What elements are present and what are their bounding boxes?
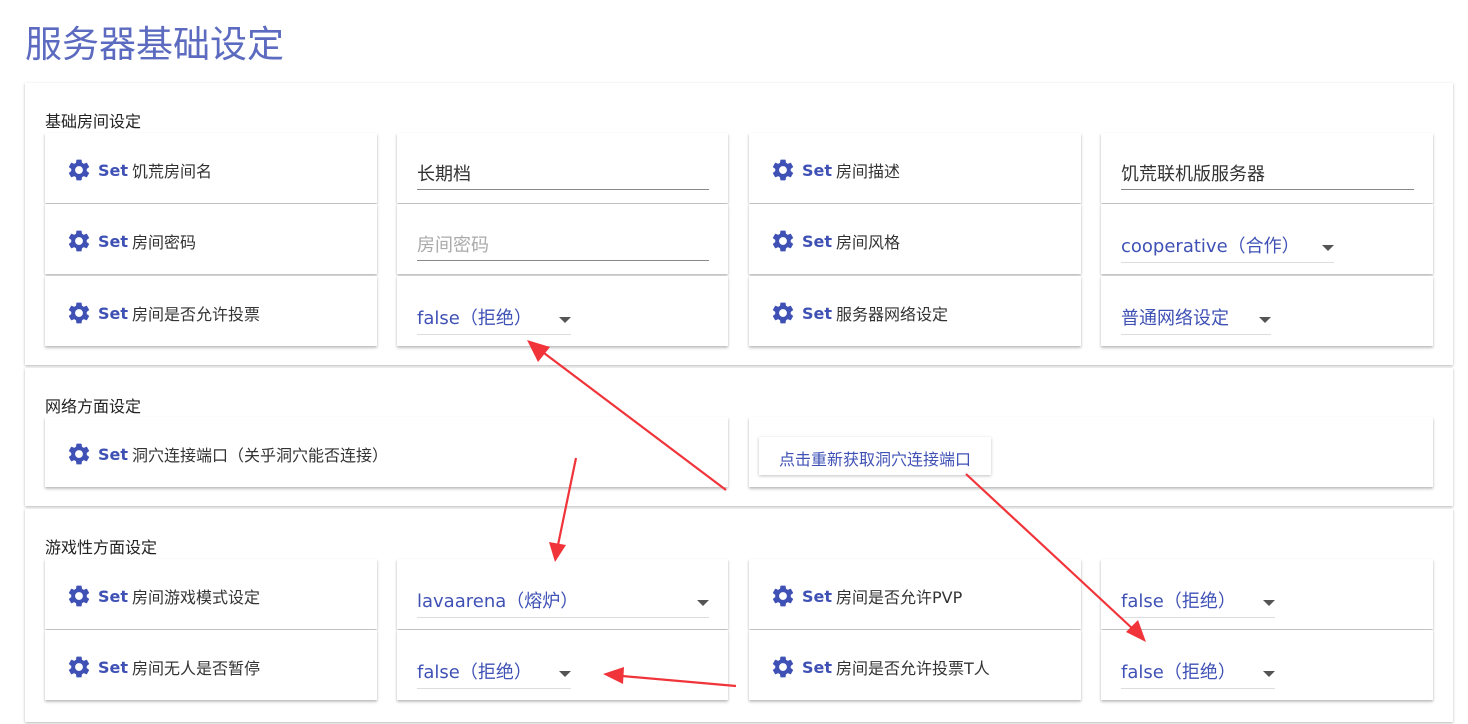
allow-vote-select[interactable]: false（拒绝） — [417, 304, 571, 335]
vote-kick-card: Set 房间是否允许投票T人 — [749, 630, 1081, 700]
set-label: 房间描述 — [836, 162, 901, 181]
section-label-network: 网络方面设定 — [45, 397, 142, 416]
set-network-setting-button[interactable]: Set 服务器网络设定 — [770, 300, 948, 326]
gear-icon — [770, 157, 796, 183]
network-setting-select[interactable]: 普通网络设定 — [1121, 304, 1271, 335]
set-label: 房间是否允许PVP — [836, 588, 963, 607]
set-word: Set — [98, 444, 129, 464]
set-word: Set — [802, 231, 833, 251]
caret-down-icon — [1322, 245, 1334, 251]
set-word: Set — [98, 657, 129, 677]
set-label: 房间密码 — [132, 233, 197, 252]
room-desc-card: Set 房间描述 — [749, 133, 1081, 203]
set-allow-vote-button[interactable]: Set 房间是否允许投票 — [66, 300, 260, 326]
game-mode-value: lavaarena（熔炉） — [417, 591, 579, 612]
set-word: Set — [802, 303, 833, 323]
set-label: 房间游戏模式设定 — [132, 588, 261, 607]
set-word: Set — [802, 160, 833, 180]
room-desc-input[interactable]: 饥荒联机版服务器 — [1121, 161, 1414, 190]
gear-icon — [770, 300, 796, 326]
section-label-gameplay: 游戏性方面设定 — [45, 538, 158, 557]
set-label: 房间是否允许投票T人 — [836, 659, 990, 678]
caret-down-icon — [1263, 671, 1275, 677]
caret-down-icon — [559, 317, 571, 323]
gear-icon — [770, 583, 796, 609]
set-word: Set — [98, 586, 129, 606]
set-label: 洞穴连接端口（关乎洞穴能否连接） — [132, 446, 389, 465]
caret-down-icon — [697, 600, 709, 606]
set-label: 房间是否允许投票 — [132, 305, 261, 324]
set-label: 服务器网络设定 — [836, 305, 949, 324]
allow-vote-card: Set 房间是否允许投票 — [45, 276, 377, 346]
refetch-cave-port-button[interactable]: 点击重新获取洞穴连接端口 — [759, 437, 992, 475]
room-password-input-card: 房间密码 — [397, 204, 728, 274]
section-label-basic: 基础房间设定 — [45, 112, 142, 131]
set-pause-empty-button[interactable]: Set 房间无人是否暂停 — [66, 654, 260, 680]
cave-port-card: Set 洞穴连接端口（关乎洞穴能否连接） — [45, 417, 728, 487]
gear-icon — [66, 157, 92, 183]
page-title: 服务器基础设定 — [25, 23, 284, 66]
set-word: Set — [98, 231, 129, 251]
set-cave-port-button[interactable]: Set 洞穴连接端口（关乎洞穴能否连接） — [66, 441, 388, 467]
room-name-input[interactable]: 长期档 — [417, 161, 709, 190]
gear-icon — [66, 228, 92, 254]
set-game-mode-button[interactable]: Set 房间游戏模式设定 — [66, 583, 260, 609]
gear-icon — [66, 654, 92, 680]
allow-pvp-select-card: false（拒绝） — [1101, 559, 1433, 629]
room-name-card: Set 饥荒房间名 — [45, 133, 377, 203]
allow-pvp-select[interactable]: false（拒绝） — [1121, 587, 1275, 618]
gear-icon — [66, 300, 92, 326]
set-room-name-button[interactable]: Set 饥荒房间名 — [66, 157, 212, 183]
pause-empty-select-card: false（拒绝） — [397, 630, 728, 700]
set-word: Set — [98, 160, 129, 180]
room-style-select-card: cooperative（合作） — [1101, 204, 1433, 274]
pause-empty-card: Set 房间无人是否暂停 — [45, 630, 377, 700]
gear-icon — [66, 441, 92, 467]
room-style-value: cooperative（合作） — [1121, 236, 1300, 257]
set-vote-kick-button[interactable]: Set 房间是否允许投票T人 — [770, 654, 990, 680]
room-style-card: Set 房间风格 — [749, 204, 1081, 274]
network-setting-card: Set 服务器网络设定 — [749, 276, 1081, 346]
pause-empty-value: false（拒绝） — [417, 662, 532, 683]
gear-icon — [770, 228, 796, 254]
game-mode-card: Set 房间游戏模式设定 — [45, 559, 377, 629]
room-style-select[interactable]: cooperative（合作） — [1121, 232, 1334, 263]
pause-empty-select[interactable]: false（拒绝） — [417, 658, 571, 689]
cave-port-action-card: 点击重新获取洞穴连接端口 — [749, 417, 1433, 487]
set-label: 房间风格 — [836, 233, 901, 252]
room-name-input-card: 长期档 — [397, 133, 728, 203]
gear-icon — [770, 654, 796, 680]
network-setting-select-card: 普通网络设定 — [1101, 276, 1433, 346]
caret-down-icon — [1263, 600, 1275, 606]
set-label: 房间无人是否暂停 — [132, 659, 261, 678]
game-mode-select-card: lavaarena（熔炉） — [397, 559, 728, 629]
vote-kick-value: false（拒绝） — [1121, 662, 1236, 683]
set-room-style-button[interactable]: Set 房间风格 — [770, 228, 900, 254]
allow-pvp-value: false（拒绝） — [1121, 591, 1236, 612]
allow-vote-select-card: false（拒绝） — [397, 276, 728, 346]
game-mode-select[interactable]: lavaarena（熔炉） — [417, 587, 709, 618]
set-word: Set — [98, 303, 129, 323]
vote-kick-select[interactable]: false（拒绝） — [1121, 658, 1275, 689]
room-password-card: Set 房间密码 — [45, 204, 377, 274]
set-allow-pvp-button[interactable]: Set 房间是否允许PVP — [770, 583, 962, 609]
allow-pvp-card: Set 房间是否允许PVP — [749, 559, 1081, 629]
set-room-desc-button[interactable]: Set 房间描述 — [770, 157, 900, 183]
set-room-password-button[interactable]: Set 房间密码 — [66, 228, 196, 254]
vote-kick-select-card: false（拒绝） — [1101, 630, 1433, 700]
room-password-input[interactable]: 房间密码 — [417, 232, 709, 261]
set-word: Set — [802, 657, 833, 677]
room-desc-input-card: 饥荒联机版服务器 — [1101, 133, 1433, 203]
network-setting-value: 普通网络设定 — [1121, 308, 1229, 329]
gear-icon — [66, 583, 92, 609]
caret-down-icon — [1259, 317, 1271, 323]
set-label: 饥荒房间名 — [132, 162, 213, 181]
allow-vote-value: false（拒绝） — [417, 308, 532, 329]
set-word: Set — [802, 586, 833, 606]
caret-down-icon — [559, 671, 571, 677]
